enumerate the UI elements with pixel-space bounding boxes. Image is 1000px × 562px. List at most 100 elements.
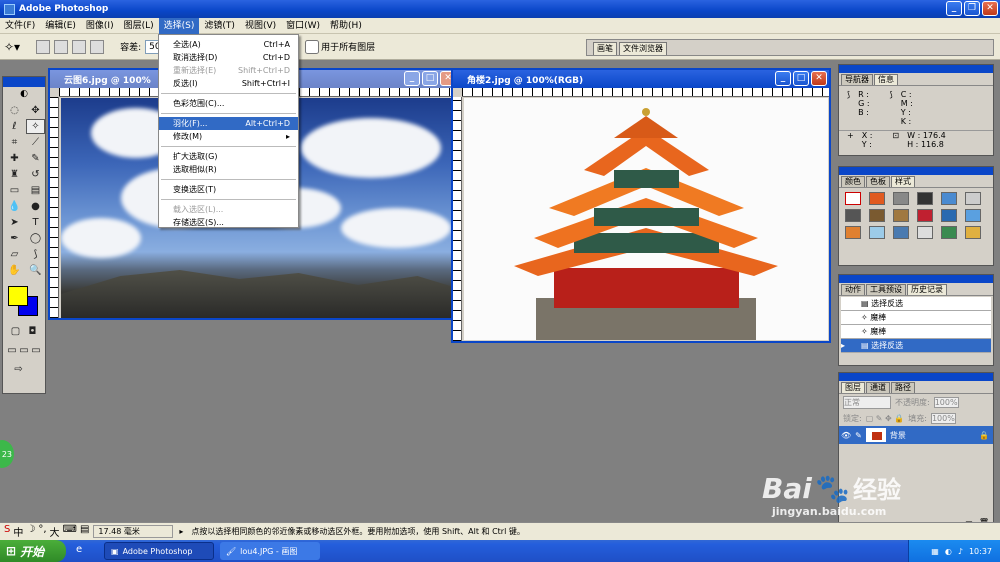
magic-wand-icon[interactable]: ✧▾ — [4, 40, 20, 54]
standard-mode-icon[interactable]: ▢ — [9, 324, 22, 339]
move-tool-icon[interactable]: ✥ — [26, 103, 45, 118]
shape-tool-icon[interactable]: ◯ — [26, 231, 45, 246]
eraser-tool-icon[interactable]: ▭ — [5, 183, 24, 198]
volume-icon[interactable]: ◐ — [945, 547, 952, 556]
menu-item-color-range[interactable]: 色彩范围(C)... — [159, 97, 298, 110]
menu-edit[interactable]: 编辑(E) — [40, 18, 81, 34]
brush-tool-icon[interactable]: ✎ — [26, 151, 45, 166]
style-swatch[interactable] — [893, 209, 909, 222]
style-swatch[interactable] — [965, 192, 981, 205]
eye-icon[interactable]: 👁 — [841, 431, 851, 440]
tab-history[interactable]: 历史记录 — [907, 284, 947, 295]
history-brush-icon[interactable]: ↺ — [26, 167, 45, 182]
start-button[interactable]: ⊞ 开始 — [0, 540, 66, 562]
style-swatch[interactable] — [869, 209, 885, 222]
tab-paths[interactable]: 路径 — [891, 382, 915, 393]
history-item-current[interactable]: ▸ ▤ 选择反选 — [841, 339, 991, 353]
tab-tool-presets[interactable]: 工具预设 — [866, 284, 906, 295]
screen-mode-1-icon[interactable]: ▭ — [7, 343, 17, 358]
tab-file-browser[interactable]: 文件浏览器 — [619, 42, 667, 55]
task-paint[interactable]: 🖌 lou4.JPG - 画图 — [220, 542, 320, 560]
doc1-minimize-button[interactable]: _ — [404, 71, 420, 86]
tab-layers[interactable]: 图层 — [841, 382, 865, 393]
style-swatch[interactable] — [917, 209, 933, 222]
hand-tool-icon[interactable]: ✋ — [5, 263, 24, 278]
close-button[interactable]: ✕ — [982, 1, 998, 16]
restore-button[interactable]: ❐ — [964, 1, 980, 16]
healing-tool-icon[interactable]: ✚ — [5, 151, 24, 166]
menu-select[interactable]: 选择(S) — [158, 17, 200, 34]
toolbox-header-icon[interactable]: ◐ — [3, 87, 45, 101]
type-tool-icon[interactable]: T — [26, 215, 45, 230]
opacity-input[interactable]: 100% — [933, 397, 959, 408]
doc2-minimize-button[interactable]: _ — [775, 71, 791, 86]
path-select-icon[interactable]: ➤ — [5, 215, 24, 230]
menu-layer[interactable]: 图层(L) — [119, 18, 159, 34]
menu-help[interactable]: 帮助(H) — [325, 18, 367, 34]
all-layers-checkbox[interactable] — [305, 39, 320, 54]
pen-tool-icon[interactable]: ✒ — [5, 231, 24, 246]
menu-image[interactable]: 图像(I) — [81, 18, 119, 34]
menu-item-grow[interactable]: 扩大选取(G) — [159, 150, 298, 163]
tab-color[interactable]: 颜色 — [841, 176, 865, 187]
lock-icons[interactable]: ▢ ✎ ✥ 🔒 — [866, 414, 905, 423]
screen-mode-2-icon[interactable]: ▭ — [19, 343, 29, 358]
menu-item-transform-selection[interactable]: 变换选区(T) — [159, 183, 298, 196]
tab-navigator[interactable]: 导航器 — [841, 74, 873, 85]
doc2-maximize-button[interactable]: □ — [793, 71, 809, 86]
style-swatch[interactable] — [941, 209, 957, 222]
menu-view[interactable]: 视图(V) — [240, 18, 281, 34]
style-swatch[interactable] — [965, 209, 981, 222]
jump-to-imageready-icon[interactable]: ⇨ — [9, 362, 28, 377]
dodge-tool-icon[interactable]: ● — [26, 199, 45, 214]
task-photoshop[interactable]: ▣ Adobe Photoshop — [104, 542, 214, 560]
style-swatch[interactable] — [917, 226, 933, 239]
menu-item-deselect[interactable]: 取消选择(D) Ctrl+D — [159, 51, 298, 64]
menu-item-save-selection[interactable]: 存储选区(S)... — [159, 216, 298, 229]
style-swatch[interactable] — [845, 226, 861, 239]
menu-item-feather[interactable]: 羽化(F)... Alt+Ctrl+D — [159, 117, 298, 130]
tab-swatches[interactable]: 色板 — [866, 176, 890, 187]
style-swatch[interactable] — [917, 192, 933, 205]
history-item[interactable]: ▤ 选择反选 — [841, 297, 991, 311]
style-swatch[interactable] — [941, 192, 957, 205]
tab-brushes[interactable]: 画笔 — [593, 42, 617, 55]
new-selection-icon[interactable] — [36, 39, 51, 54]
crop-tool-icon[interactable]: ⌗ — [5, 135, 24, 150]
tower-image-canvas[interactable] — [464, 98, 828, 340]
gradient-tool-icon[interactable]: ▤ — [26, 183, 45, 198]
blur-tool-icon[interactable]: 💧 — [5, 199, 24, 214]
tab-styles[interactable]: 样式 — [891, 176, 915, 187]
tab-actions[interactable]: 动作 — [841, 284, 865, 295]
foreground-color[interactable] — [8, 286, 28, 306]
speaker-icon[interactable]: ♪ — [958, 547, 963, 556]
fill-input[interactable]: 100% — [930, 413, 956, 424]
menu-item-inverse[interactable]: 反选(I) Shift+Ctrl+I — [159, 77, 298, 90]
tab-info[interactable]: 信息 — [874, 74, 898, 85]
doc1-maximize-button[interactable]: □ — [422, 71, 438, 86]
slice-tool-icon[interactable]: ⟋ — [26, 135, 45, 150]
style-swatch[interactable] — [869, 226, 885, 239]
style-swatch[interactable] — [965, 226, 981, 239]
tab-channels[interactable]: 通道 — [866, 382, 890, 393]
document-title-bar[interactable]: 角楼2.jpg @ 100%(RGB) _ □ ✕ — [453, 70, 829, 88]
eyedropper-tool-icon[interactable]: ⟆ — [26, 247, 45, 262]
lasso-tool-icon[interactable]: ℓ — [5, 119, 24, 134]
screen-mode-3-icon[interactable]: ▭ — [31, 343, 41, 358]
ime-toolbar[interactable]: S 中 ☽ °, 大 ⌨ ▤ — [0, 524, 93, 539]
style-swatch[interactable] — [893, 192, 909, 205]
menu-item-similar[interactable]: 选取相似(R) — [159, 163, 298, 176]
menu-filter[interactable]: 滤镜(T) — [199, 18, 240, 34]
style-swatch[interactable] — [941, 226, 957, 239]
blend-mode-select[interactable]: 正常 — [843, 396, 891, 409]
history-item[interactable]: ✧ 魔棒 — [841, 325, 991, 339]
intersect-selection-icon[interactable] — [90, 39, 105, 54]
menu-window[interactable]: 窗口(W) — [281, 18, 325, 34]
marquee-tool-icon[interactable]: ◌ — [5, 103, 24, 118]
menu-file[interactable]: 文件(F) — [0, 18, 40, 34]
ie-icon[interactable]: e — [76, 544, 82, 555]
menu-item-modify[interactable]: 修改(M) ▸ — [159, 130, 298, 143]
style-swatch[interactable] — [845, 209, 861, 222]
style-swatch[interactable] — [845, 192, 861, 205]
network-icon[interactable]: ▦ — [931, 547, 939, 556]
